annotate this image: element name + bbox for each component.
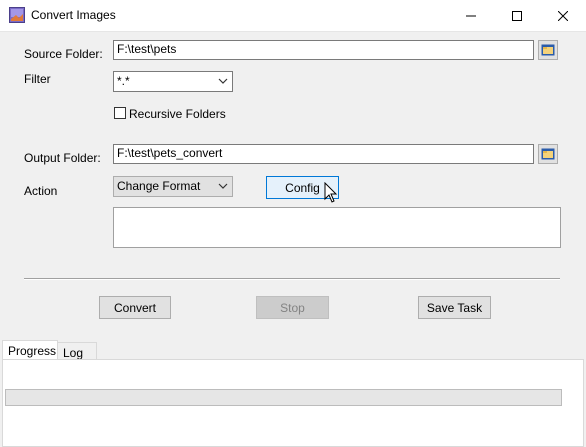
output-folder-input[interactable]: F:\test\pets_convert [113,144,534,164]
filter-value: *.* [117,74,130,88]
output-browse-button[interactable] [538,144,558,164]
action-value: Change Format [117,179,201,193]
tab-progress[interactable]: Progress [2,340,58,360]
folder-icon [541,44,555,56]
source-browse-button[interactable] [538,40,558,60]
separator [24,278,560,280]
save-task-button[interactable]: Save Task [418,296,491,319]
recursive-label: Recursive Folders [129,107,226,121]
maximize-icon [512,10,522,21]
minimize-button[interactable] [448,0,494,31]
close-icon [558,10,568,21]
mouse-cursor-icon [324,182,338,203]
convert-button[interactable]: Convert [99,296,171,319]
maximize-button[interactable] [494,0,540,31]
recursive-checkbox[interactable] [114,107,126,119]
output-folder-label: Output Folder: [24,151,101,165]
action-label: Action [24,184,58,198]
filter-label: Filter [24,72,51,86]
title-bar: Convert Images [0,0,586,32]
source-folder-label: Source Folder: [24,47,103,61]
close-button[interactable] [540,0,586,31]
filter-select[interactable]: *.* [113,71,233,92]
chevron-down-icon [218,183,228,189]
progress-bar [5,389,562,406]
chevron-down-icon [218,78,228,84]
action-details-box[interactable] [113,207,561,248]
folder-icon [541,148,555,160]
tab-log[interactable]: Log [57,342,97,360]
window-title: Convert Images [31,8,116,22]
action-select[interactable]: Change Format [113,176,233,197]
stop-button[interactable]: Stop [256,296,329,319]
source-folder-input[interactable]: F:\test\pets [113,40,534,60]
minimize-icon [466,15,476,16]
app-icon [9,7,25,23]
